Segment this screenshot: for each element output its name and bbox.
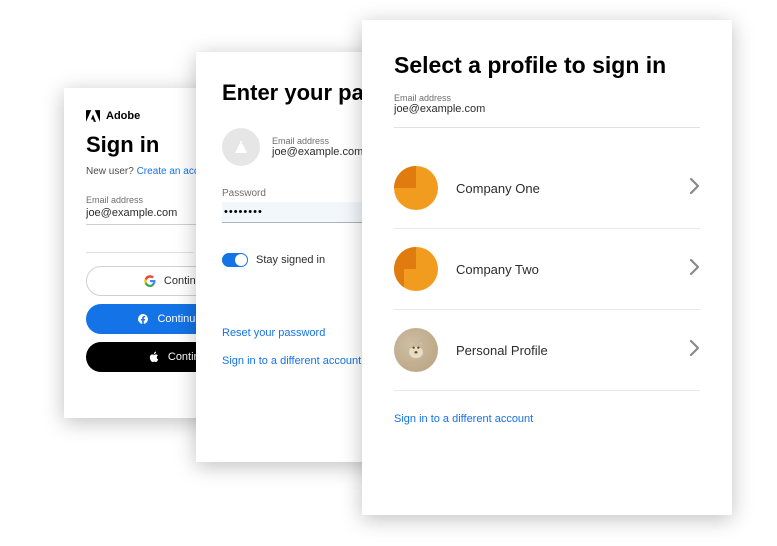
apple-icon — [148, 351, 160, 363]
email-label: Email address — [272, 136, 363, 146]
different-account-link[interactable]: Sign in to a different account — [394, 413, 700, 425]
new-user-prefix: New user? — [86, 166, 137, 177]
profile-name: Company Two — [456, 262, 672, 277]
profile-row-personal[interactable]: Personal Profile — [394, 310, 700, 391]
facebook-icon — [137, 313, 149, 325]
email-label: Email address — [394, 93, 700, 103]
email-value: joe@example.com — [394, 103, 700, 128]
email-value: joe@example.com — [272, 146, 363, 158]
company-two-avatar-icon — [394, 247, 438, 291]
chevron-right-icon — [690, 259, 700, 280]
company-one-avatar-icon — [394, 166, 438, 210]
personal-avatar-icon — [394, 328, 438, 372]
profile-name: Personal Profile — [456, 343, 672, 358]
profile-select-title: Select a profile to sign in — [394, 52, 700, 79]
chevron-right-icon — [690, 178, 700, 199]
google-icon — [144, 275, 156, 287]
stay-signed-in-toggle[interactable] — [222, 253, 248, 267]
chevron-right-icon — [690, 340, 700, 361]
profile-select-card: Select a profile to sign in Email addres… — [362, 20, 732, 515]
profile-name: Company One — [456, 181, 672, 196]
profile-row-company-two[interactable]: Company Two — [394, 229, 700, 310]
stay-signed-in-label: Stay signed in — [256, 254, 325, 266]
profile-row-company-one[interactable]: Company One — [394, 148, 700, 229]
avatar-placeholder-icon — [222, 128, 260, 166]
brand-text: Adobe — [106, 110, 140, 122]
